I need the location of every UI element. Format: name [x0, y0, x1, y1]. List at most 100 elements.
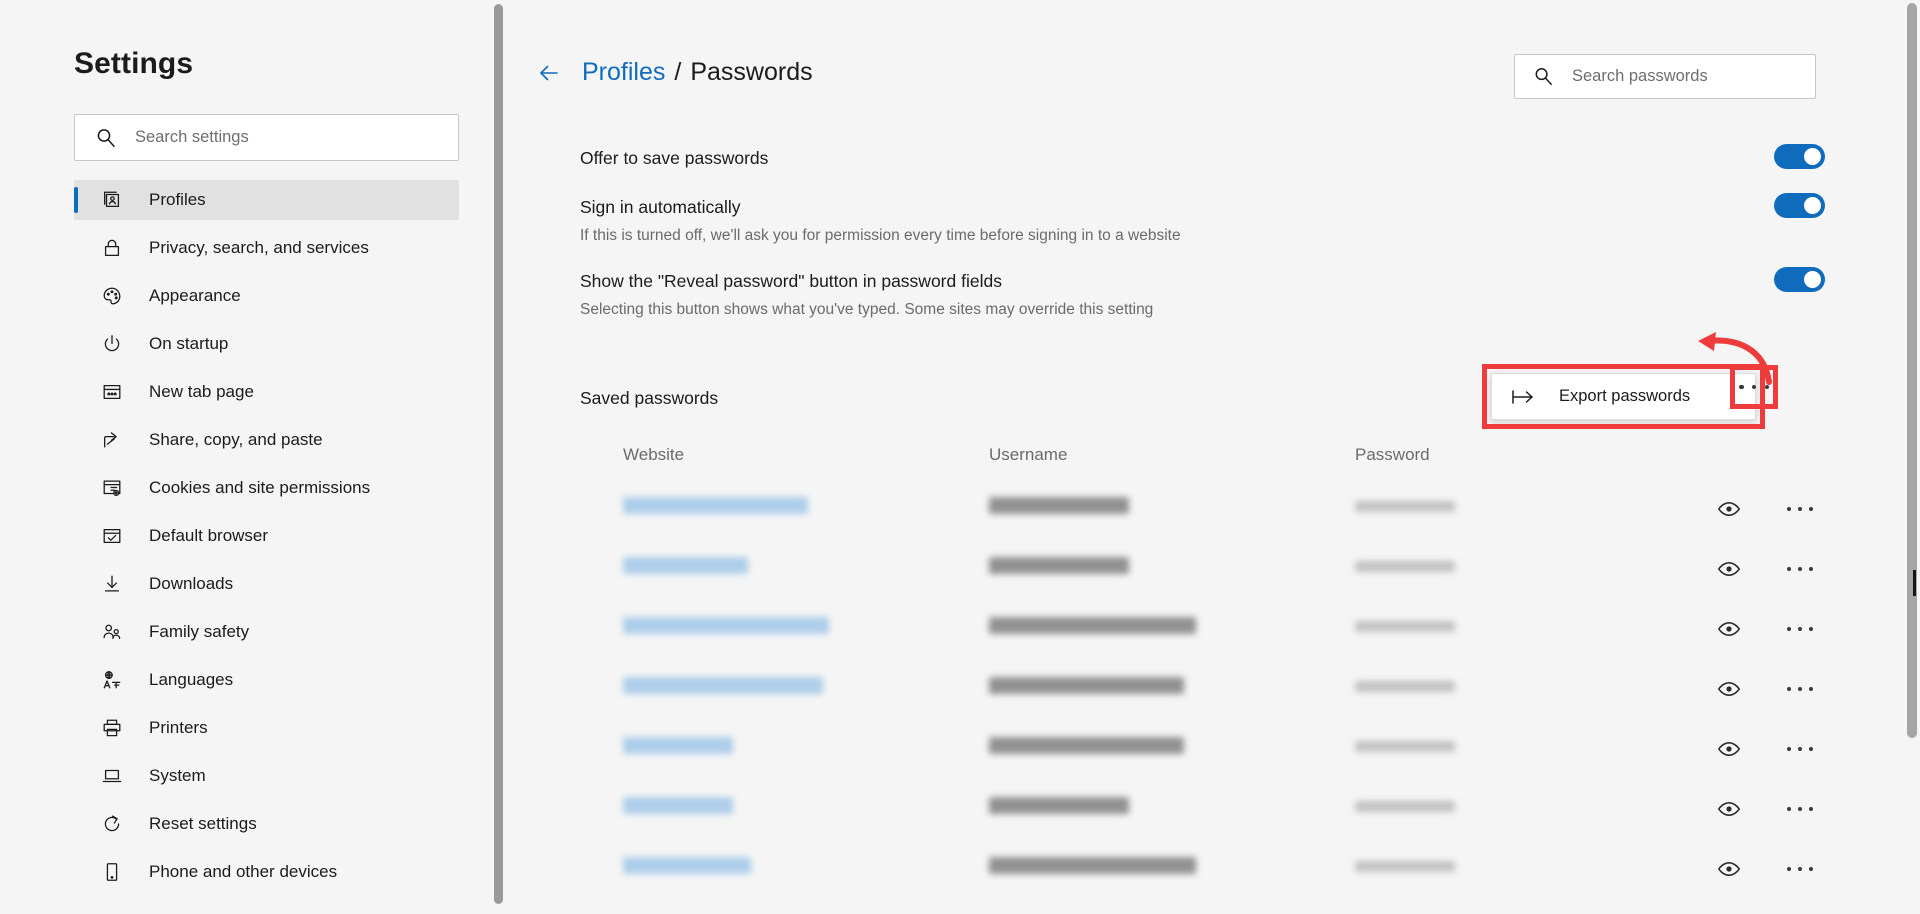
saved-passwords-more-options-button[interactable] [1739, 374, 1769, 400]
eye-icon[interactable] [1717, 797, 1741, 821]
sidebar-item-new-tab-page[interactable]: New tab page [74, 372, 459, 412]
row-more-options-button[interactable] [1787, 737, 1813, 761]
ellipsis-dot [1798, 747, 1802, 751]
ellipsis-dot [1798, 867, 1802, 871]
row-more-options-button[interactable] [1787, 797, 1813, 821]
row-more-options-button[interactable] [1787, 677, 1813, 701]
row-more-options-button[interactable] [1787, 497, 1813, 521]
printer-icon [100, 716, 124, 740]
setting-description: Selecting this button shows what you've … [580, 301, 1154, 318]
setting-toggle[interactable] [1774, 193, 1825, 218]
sidebar-item-languages[interactable]: Languages [74, 660, 459, 700]
export-icon [1511, 387, 1535, 407]
sidebar-item-system[interactable]: System [74, 756, 459, 796]
sidebar-item-on-startup[interactable]: On startup [74, 324, 459, 364]
sidebar-item-phone-and-other-devices[interactable]: Phone and other devices [74, 852, 459, 892]
cell-password [1355, 621, 1455, 632]
sidebar-item-profiles[interactable]: Profiles [74, 180, 459, 220]
page-scroll-thumb[interactable] [1907, 3, 1917, 738]
back-arrow-icon[interactable] [536, 60, 562, 86]
cell-password [1355, 801, 1455, 812]
cell-website[interactable] [623, 857, 751, 874]
sidebar-item-reset-settings[interactable]: Reset settings [74, 804, 459, 844]
cell-username [989, 857, 1196, 874]
ellipsis-dot [1764, 384, 1769, 390]
ellipsis-dot [1798, 627, 1802, 631]
table-row[interactable] [580, 541, 1900, 601]
search-settings-field[interactable] [74, 114, 459, 161]
ellipsis-dot [1787, 567, 1791, 571]
profiles-icon [100, 188, 124, 212]
sidebar-scroll-thumb[interactable] [494, 4, 503, 904]
eye-icon[interactable] [1717, 737, 1741, 761]
sidebar-item-label: New tab page [149, 382, 254, 401]
ellipsis-dot [1809, 627, 1813, 631]
sidebar-item-label: Cookies and site permissions [149, 478, 371, 497]
eye-icon[interactable] [1717, 677, 1741, 701]
ellipsis-dot [1787, 687, 1791, 691]
row-more-options-button[interactable] [1787, 617, 1813, 641]
breadcrumb-profiles-link[interactable]: Profiles [582, 58, 665, 87]
sidebar-item-family-safety[interactable]: Family safety [74, 612, 459, 652]
laptop-icon [100, 764, 124, 788]
eye-icon[interactable] [1717, 557, 1741, 581]
search-passwords-input[interactable] [1570, 66, 1785, 87]
family-icon [100, 620, 124, 644]
table-row[interactable] [580, 601, 1900, 661]
setting-toggle[interactable] [1774, 144, 1825, 169]
sidebar-item-downloads[interactable]: Downloads [74, 564, 459, 604]
sidebar-item-label: Family safety [149, 622, 250, 641]
cell-website[interactable] [623, 677, 823, 694]
cell-username [989, 557, 1129, 574]
page-title: Settings [74, 47, 194, 80]
share-icon [100, 428, 124, 452]
setting-title: Offer to save passwords [580, 148, 769, 168]
passwords-main-panel: Profiles / Passwords Offer to save passw… [506, 0, 1920, 914]
export-passwords-label: Export passwords [1559, 387, 1691, 405]
languages-icon [100, 668, 124, 692]
cookies-icon [100, 476, 124, 500]
sidebar-item-cookies-and-site-permissions[interactable]: Cookies and site permissions [74, 468, 459, 508]
ellipsis-dot [1739, 384, 1744, 390]
table-row[interactable] [580, 841, 1900, 901]
eye-icon[interactable] [1717, 857, 1741, 881]
page-scrollbar[interactable] [1904, 0, 1920, 914]
row-more-options-button[interactable] [1787, 557, 1813, 581]
table-row[interactable] [580, 721, 1900, 781]
setting-toggle[interactable] [1774, 267, 1825, 292]
cell-website[interactable] [623, 617, 829, 634]
table-row[interactable] [580, 661, 1900, 721]
eye-icon[interactable] [1717, 617, 1741, 641]
settings-window: Settings Profiles Privacy, search, and se… [0, 0, 1920, 914]
row-more-options-button[interactable] [1787, 857, 1813, 881]
setting-title: Show the "Reveal password" button in pas… [580, 271, 1002, 291]
search-settings-input[interactable] [133, 127, 423, 148]
eye-icon[interactable] [1717, 497, 1741, 521]
search-icon [1533, 66, 1554, 87]
table-row[interactable] [580, 481, 1900, 541]
toggle-knob [1804, 271, 1821, 288]
ellipsis-dot [1787, 867, 1791, 871]
setting-row: Show the "Reveal password" button in pas… [580, 267, 1825, 319]
cell-website[interactable] [623, 557, 748, 574]
table-row[interactable] [580, 781, 1900, 841]
sidebar-item-appearance[interactable]: Appearance [74, 276, 459, 316]
sidebar-item-label: Default browser [149, 526, 269, 545]
ellipsis-dot [1809, 567, 1813, 571]
cell-website[interactable] [623, 497, 808, 514]
sidebar-item-label: Downloads [149, 574, 234, 593]
sidebar-item-default-browser[interactable]: Default browser [74, 516, 459, 556]
cell-website[interactable] [623, 737, 733, 754]
ellipsis-dot [1809, 867, 1813, 871]
sidebar-scrollbar[interactable] [489, 0, 506, 914]
setting-title: Sign in automatically [580, 197, 741, 217]
sidebar-item-privacy-search-and-services[interactable]: Privacy, search, and services [74, 228, 459, 268]
export-passwords-menu-item[interactable]: Export passwords [1491, 373, 1756, 420]
sidebar-item-label: Languages [149, 670, 234, 689]
browser-check-icon [100, 524, 124, 548]
ellipsis-dot [1798, 807, 1802, 811]
cell-website[interactable] [623, 797, 733, 814]
sidebar-item-printers[interactable]: Printers [74, 708, 459, 748]
sidebar-item-share-copy-and-paste[interactable]: Share, copy, and paste [74, 420, 459, 460]
search-passwords-field[interactable] [1514, 54, 1816, 99]
